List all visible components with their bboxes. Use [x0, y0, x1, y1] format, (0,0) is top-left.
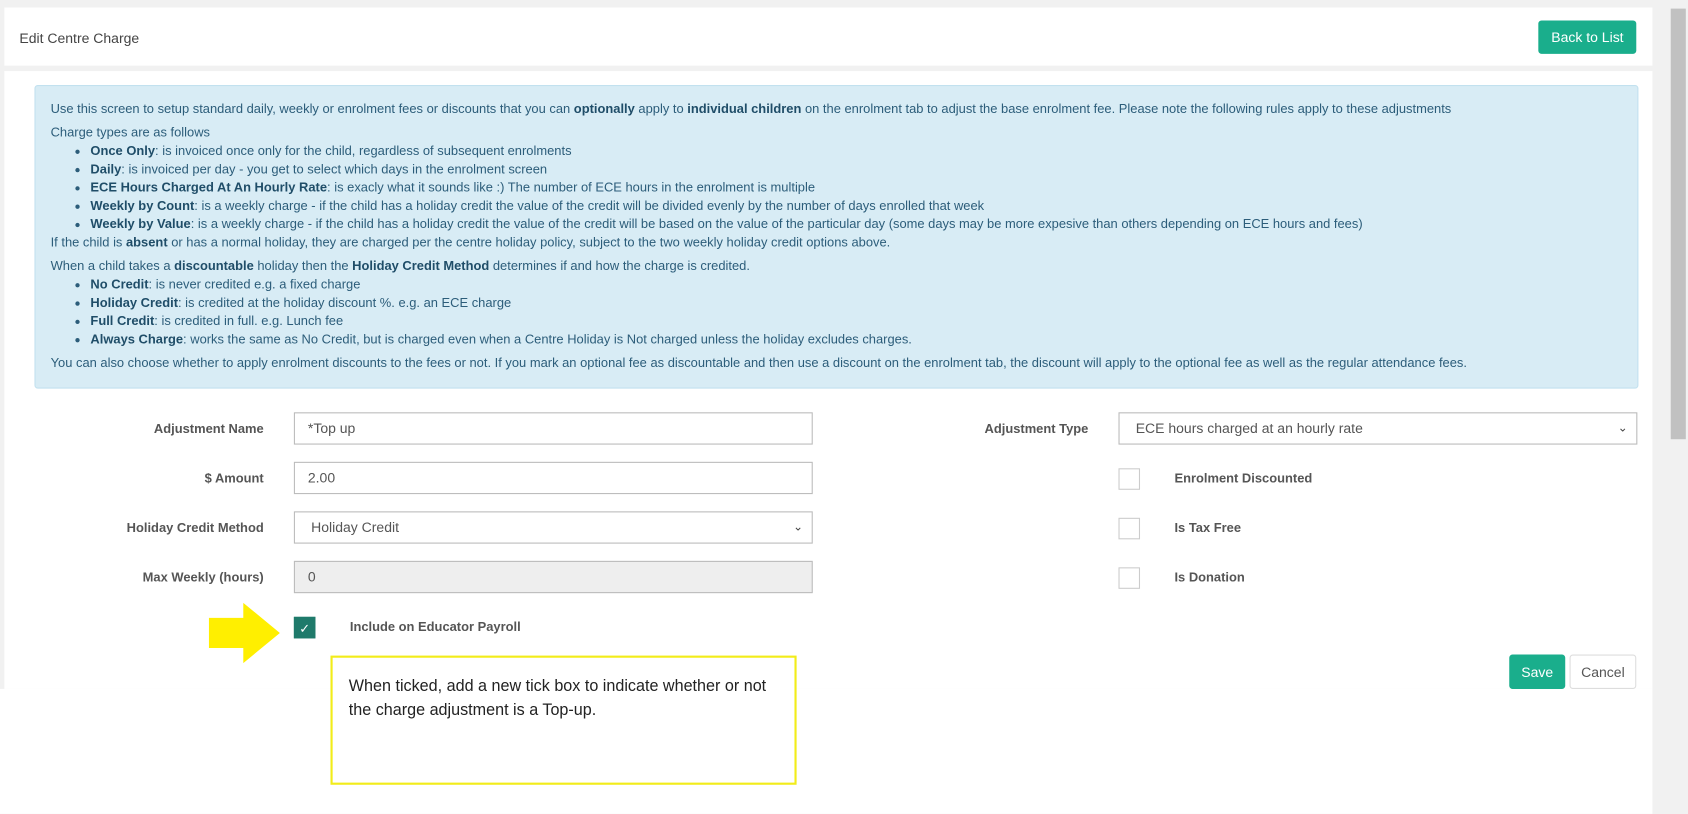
adjustment-name-label: Adjustment Name	[153, 420, 264, 436]
list-item: Weekly by Count: is a weekly charge - if…	[90, 197, 1622, 215]
adjustment-type-value: ECE hours charged at an hourly rate	[1135, 419, 1363, 436]
list-item: Full Credit: is credited in full. e.g. L…	[90, 312, 1622, 330]
chevron-down-icon: ⌄	[1617, 421, 1628, 435]
donation-checkbox[interactable]	[1118, 567, 1141, 589]
charge-types-heading: Charge types are as follows	[50, 124, 211, 140]
cancel-button[interactable]: Cancel	[1569, 654, 1637, 689]
charge-types-list: Once Only: is invoiced once only for the…	[51, 142, 1623, 234]
holiday-credit-method-value: Holiday Credit	[311, 518, 400, 536]
check-icon: ✓	[299, 621, 311, 637]
max-weekly-label: Max Weekly (hours)	[142, 569, 264, 585]
page-header: Edit Centre Charge Back to List	[4, 7, 1653, 66]
list-item: Once Only: is invoiced once only for the…	[90, 142, 1622, 160]
info-box: Use this screen to setup standard daily,…	[34, 85, 1639, 389]
discount-note: You can also choose whether to apply enr…	[50, 355, 1467, 371]
amount-input[interactable]: 2.00	[293, 461, 813, 495]
form-panel: Use this screen to setup standard daily,…	[4, 71, 1653, 689]
page: Edit Centre Charge Back to List Use this…	[0, 0, 1688, 814]
list-item: No Credit: is never credited e.g. a fixe…	[90, 276, 1622, 294]
info-intro: Use this screen to setup standard daily,…	[50, 101, 1452, 117]
holiday-note: When a child takes a discountable holida…	[50, 258, 750, 274]
tax-free-label: Is Tax Free	[1174, 519, 1242, 536]
adjustment-type-select[interactable]: ECE hours charged at an hourly rate ⌄	[1118, 412, 1638, 445]
list-item: Weekly by Value: is a weekly charge - if…	[90, 215, 1622, 233]
absent-note: If the child is absent or has a normal h…	[50, 234, 891, 250]
save-button[interactable]: Save	[1509, 654, 1566, 689]
annotation-note: When ticked, add a new tick box to indic…	[330, 655, 797, 785]
form-panel-lower	[0, 688, 1653, 814]
credit-methods-list: No Credit: is never credited e.g. a fixe…	[51, 276, 1623, 349]
include-payroll-label: Include on Educator Payroll	[349, 618, 521, 635]
include-payroll-checkbox[interactable]: ✓	[293, 616, 316, 639]
adjustment-name-input[interactable]: *Top up	[293, 412, 813, 445]
list-item: Always Charge: works the same as No Cred…	[90, 330, 1622, 348]
list-item: ECE Hours Charged At An Hourly Rate: is …	[90, 179, 1622, 197]
max-weekly-input[interactable]: 0	[293, 560, 813, 594]
scrollbar-thumb[interactable]	[1670, 8, 1686, 440]
donation-label: Is Donation	[1174, 569, 1245, 585]
adjustment-type-label: Adjustment Type	[984, 420, 1089, 436]
holiday-credit-method-select[interactable]: Holiday Credit ⌄	[293, 511, 813, 544]
list-item: Holiday Credit: is credited at the holid…	[90, 294, 1622, 312]
back-to-list-button[interactable]: Back to List	[1538, 20, 1637, 54]
enrolment-discounted-label: Enrolment Discounted	[1174, 470, 1313, 486]
enrolment-discounted-checkbox[interactable]	[1118, 468, 1141, 490]
chevron-down-icon: ⌄	[793, 521, 804, 534]
amount-label: $ Amount	[204, 470, 264, 486]
page-title: Edit Centre Charge	[19, 30, 140, 47]
arrow-annotation-icon	[208, 602, 280, 664]
list-item: Daily: is invoiced per day - you get to …	[90, 160, 1622, 178]
tax-free-checkbox[interactable]	[1118, 517, 1141, 540]
holiday-credit-method-label: Holiday Credit Method	[126, 519, 264, 536]
